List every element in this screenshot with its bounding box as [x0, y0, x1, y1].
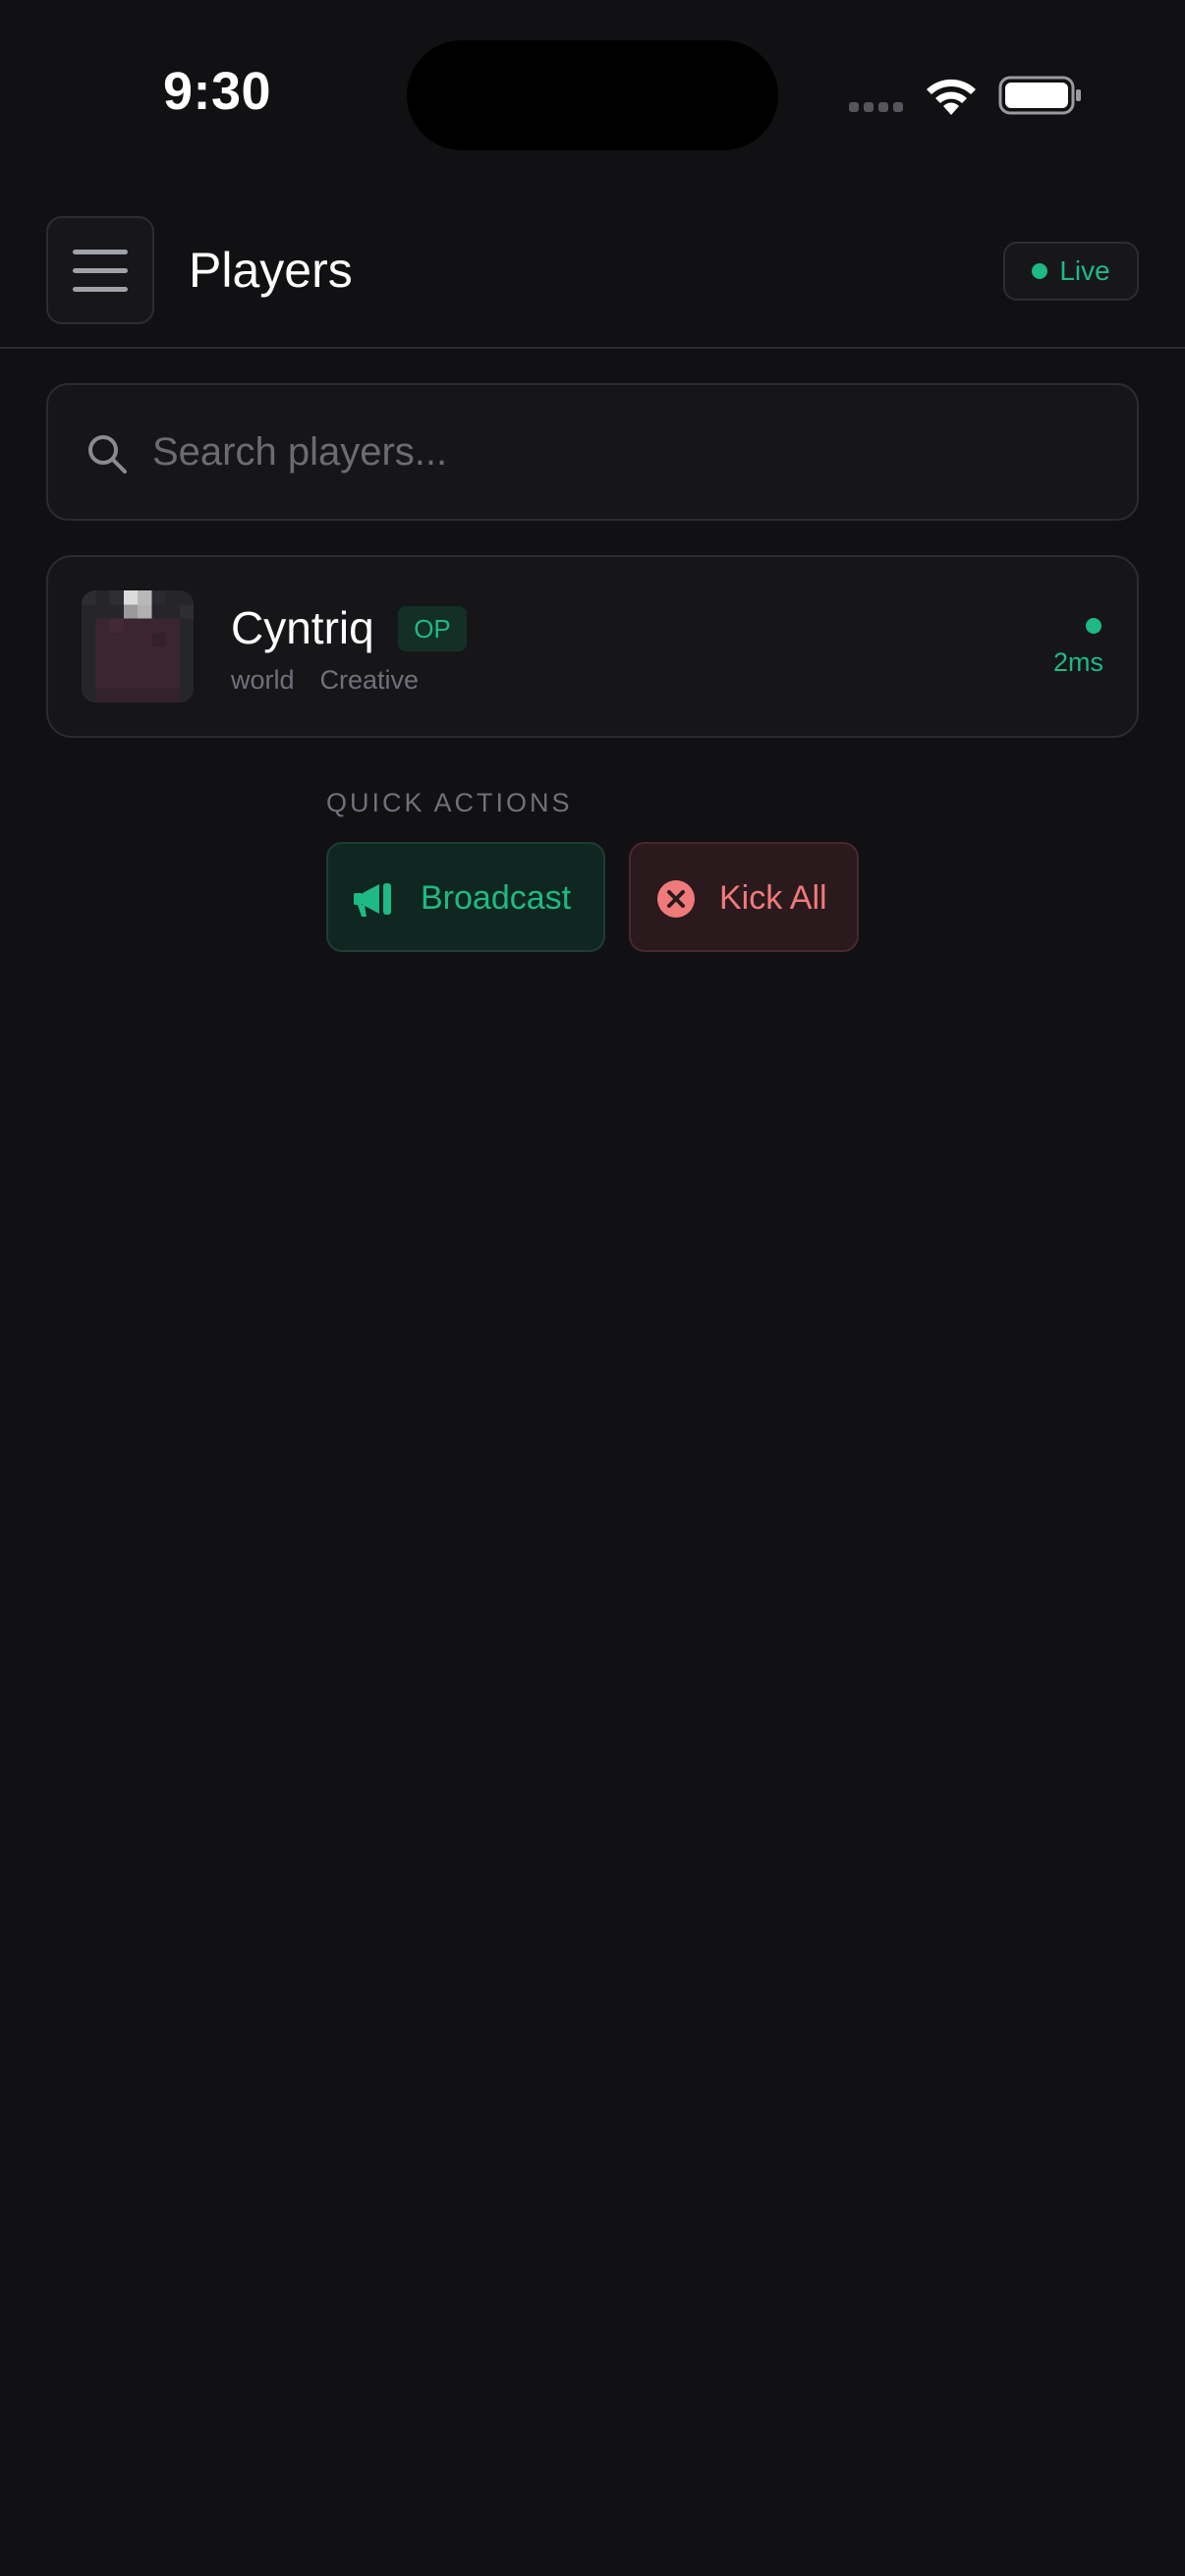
header-divider [0, 347, 1185, 349]
kick-all-label: Kick All [719, 879, 827, 917]
hamburger-icon [73, 249, 128, 254]
search-icon [88, 435, 127, 474]
player-name: Cyntriq [231, 602, 374, 653]
wifi-icon [927, 79, 976, 115]
quick-actions-title: QUICK ACTIONS [326, 788, 573, 817]
cellular-signal-icon [849, 102, 903, 112]
kick-all-button[interactable]: Kick All [629, 842, 859, 952]
dynamic-island [407, 40, 778, 150]
menu-button[interactable] [46, 216, 154, 324]
op-badge: OP [398, 606, 467, 651]
players-screen: 9:30 Players Live Search players... Cynt… [0, 0, 1185, 2576]
online-status-dot [1086, 618, 1101, 634]
search-box[interactable] [46, 383, 1139, 521]
player-gamemode: Creative [319, 665, 420, 695]
close-circle-icon [657, 880, 695, 918]
player-avatar [82, 590, 194, 702]
broadcast-label: Broadcast [421, 879, 572, 917]
search-input[interactable] [152, 385, 1115, 519]
player-world: world [231, 665, 295, 695]
player-card[interactable]: Cyntriq OP world Creative 2ms [46, 555, 1139, 738]
live-dot-icon [1032, 263, 1048, 279]
page-title: Players [189, 243, 353, 298]
live-label: Live [1059, 255, 1110, 286]
player-meta: world Creative [231, 665, 419, 696]
megaphone-icon [354, 883, 391, 917]
battery-icon [998, 76, 1081, 115]
status-time: 9:30 [163, 62, 272, 121]
player-ping: 2ms [1052, 647, 1103, 677]
broadcast-button[interactable]: Broadcast [326, 842, 605, 952]
live-status-badge: Live [1003, 242, 1139, 301]
